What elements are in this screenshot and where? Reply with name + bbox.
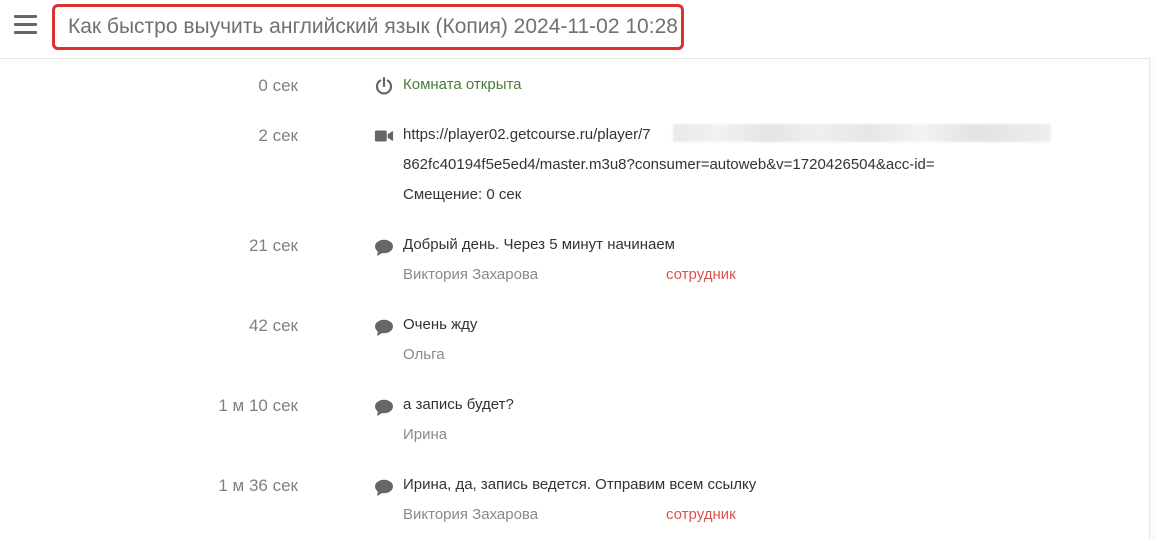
message-author: Ирина	[403, 426, 448, 443]
chat-icon	[375, 399, 393, 416]
top-bar: Как быстро выучить английский язык (Копи…	[0, 0, 1156, 59]
event-time: 42 сек	[248, 316, 298, 335]
power-icon	[375, 76, 393, 95]
event-time: 2 сек	[258, 126, 298, 145]
event-time: 0 сек	[258, 76, 298, 95]
video-icon	[374, 130, 394, 142]
chat-icon	[375, 319, 393, 336]
page-title: Как быстро выучить английский язык (Копи…	[68, 15, 678, 38]
stream-url[interactable]: https://player02.getcourse.ru/player/7	[403, 126, 651, 143]
scrollbar[interactable]	[1149, 58, 1156, 540]
message-text: а запись будет?	[403, 396, 514, 413]
message-author: Виктория Захарова	[403, 266, 539, 283]
chat-icon	[375, 239, 393, 256]
stream-url-continued: 862fc40194f5e5ed4/master.m3u8?consumer=a…	[403, 156, 935, 173]
page-title-box[interactable]: Как быстро выучить английский язык (Копи…	[52, 4, 684, 50]
message-author: Ольга	[403, 346, 445, 363]
hamburger-menu-icon[interactable]	[14, 15, 37, 35]
message-text: Ирина, да, запись ведется. Отправим всем…	[403, 476, 757, 493]
event-time: 1 м 36 сек	[218, 476, 298, 495]
message-author: Виктория Захарова	[403, 506, 539, 523]
chat-icon	[375, 479, 393, 496]
event-time: 21 сек	[248, 236, 298, 255]
message-text: Добрый день. Через 5 минут начинаем	[403, 236, 675, 253]
offset-text: Смещение: 0 сек	[403, 186, 522, 203]
event-text: Комната открыта	[403, 76, 522, 93]
message-text: Очень жду	[403, 316, 478, 333]
redacted-area	[673, 124, 1051, 142]
event-time: 1 м 10 сек	[218, 396, 298, 415]
author-role: сотрудник	[666, 506, 736, 523]
author-role: сотрудник	[666, 266, 736, 283]
